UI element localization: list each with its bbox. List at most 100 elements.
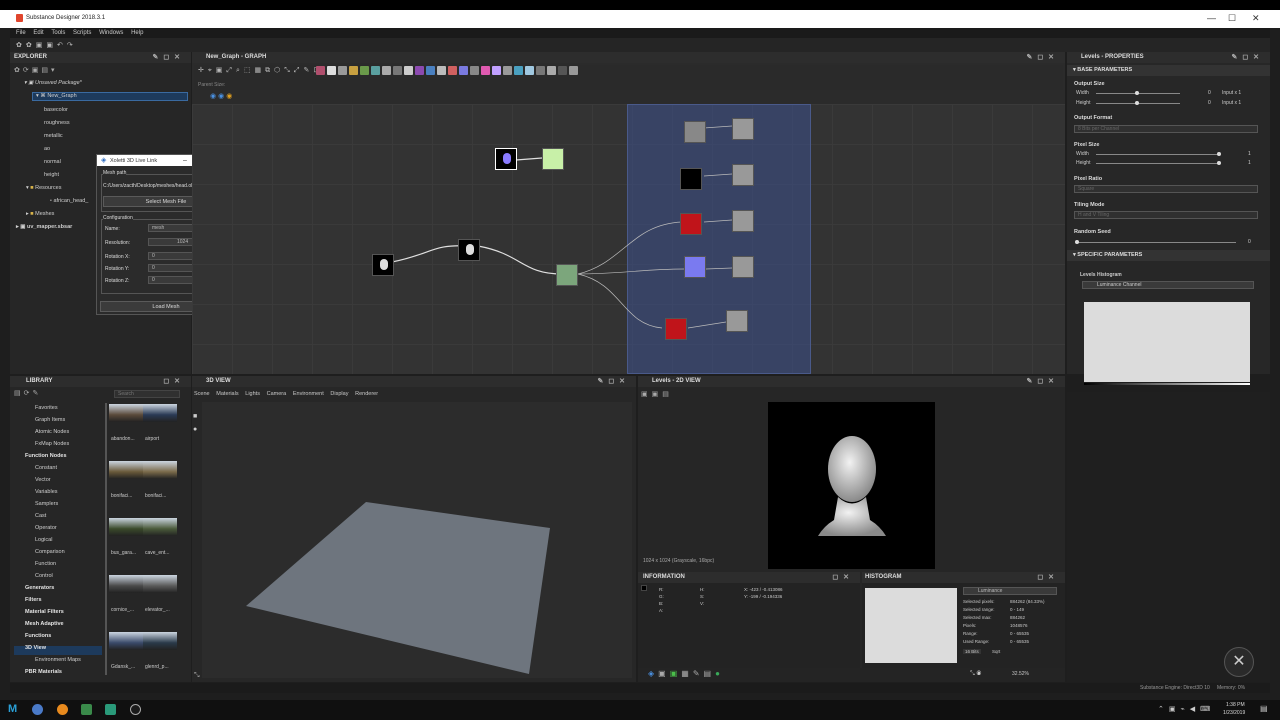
package-item[interactable]: ▾ ▣ Unsaved Package* (24, 80, 82, 86)
base-parameters-section[interactable]: ▾ BASE PARAMETERS (1067, 65, 1270, 76)
resources-folder[interactable]: ▾ ■ Resources (26, 185, 61, 191)
notification-icon[interactable]: ▤ (1260, 704, 1268, 713)
node-output-basecolor[interactable] (732, 118, 754, 140)
toolbar-icons[interactable]: ✿✿▣▣↶↷ (16, 41, 77, 49)
menu-file[interactable]: File (16, 28, 26, 38)
library-item[interactable]: Generators (25, 585, 54, 591)
environment-thumbnail[interactable] (109, 632, 143, 650)
output-format-dropdown[interactable]: 8 Bits per Channel (1074, 125, 1258, 133)
library-search-input[interactable]: Search (114, 390, 180, 398)
menu-scripts[interactable]: Scripts (73, 28, 91, 38)
random-seed-slider[interactable] (1076, 242, 1236, 243)
node-levels[interactable] (556, 264, 578, 286)
tiling-mode-dropdown[interactable]: H and V Tiling (1074, 211, 1258, 219)
minimize-button[interactable]: — (1207, 13, 1216, 23)
meshes-folder[interactable]: ▸ ■ Meshes (26, 211, 54, 217)
library-item[interactable]: Graph Items (35, 417, 65, 423)
node-output-roughness[interactable] (732, 164, 754, 186)
node-metallic-input[interactable] (680, 213, 702, 235)
graph-item[interactable]: ▾ ⌘ New_Graph (36, 93, 77, 99)
node-livelink-mesh[interactable] (458, 239, 480, 261)
library-item[interactable]: PBR Materials (25, 669, 62, 675)
library-item[interactable]: Constant (35, 465, 57, 471)
pixel-ratio-dropdown[interactable]: Square (1074, 185, 1258, 193)
library-item[interactable]: Cast (35, 513, 46, 519)
width-mode[interactable]: Input x 1 (1222, 90, 1241, 96)
view2d-zoom-icons[interactable]: ⤡ ◉ (970, 671, 981, 678)
library-item[interactable]: Atomic Nodes (35, 429, 69, 435)
library-item[interactable]: Control (35, 573, 53, 579)
pixel-height-slider[interactable] (1096, 163, 1220, 164)
output-metallic[interactable]: metallic (44, 133, 63, 139)
node-color[interactable] (542, 148, 564, 170)
pixel-width-knob[interactable] (1217, 152, 1221, 156)
histogram-panel-icons[interactable]: ◻✕ (1037, 572, 1059, 583)
graph-view-toggles[interactable]: ◉◉◉ (210, 92, 234, 100)
explorer-toolbar[interactable]: ✿⟳▣▤▾ (14, 66, 57, 74)
view2d-panel-icons[interactable]: ✎◻✕ (1026, 376, 1059, 387)
substance-designer-icon[interactable] (105, 704, 116, 715)
environment-thumbnail[interactable] (143, 632, 177, 650)
environment-thumbnail[interactable] (143, 518, 177, 536)
output-basecolor[interactable]: basecolor (44, 107, 68, 113)
library-item[interactable]: Variables (35, 489, 58, 495)
environment-thumbnail[interactable] (109, 461, 143, 479)
library-item[interactable]: Function Nodes (25, 453, 67, 459)
graph-panel-icons[interactable]: ✎◻✕ (1026, 52, 1059, 63)
pixel-height-knob[interactable] (1217, 161, 1221, 165)
library-item[interactable]: Comparison (35, 549, 65, 555)
close-button[interactable]: ✕ (1252, 13, 1260, 24)
specific-parameters-section[interactable]: ▾ SPECIFIC PARAMETERS (1067, 250, 1270, 261)
tray-icons[interactable]: ⌃▣⌁◀⌨ (1158, 705, 1215, 713)
view2d-bottom-icons[interactable]: ◈▣▣▦✎▤● (648, 669, 724, 678)
levels-histogram[interactable] (1084, 302, 1250, 382)
obs-icon[interactable] (130, 704, 141, 715)
node-basecolor-input[interactable] (684, 121, 706, 143)
menu-edit[interactable]: Edit (33, 28, 43, 38)
random-seed-knob[interactable] (1075, 240, 1079, 244)
environment-thumbnail[interactable] (143, 404, 177, 422)
node-shortcut-bar[interactable] (316, 66, 580, 77)
library-item[interactable]: Function (35, 561, 56, 567)
menu-tools[interactable]: Tools (51, 28, 65, 38)
environment-thumbnail[interactable] (109, 575, 143, 593)
library-item[interactable]: Mesh Adaptive (25, 621, 64, 627)
sqrt-toggle[interactable]: Sqrt (992, 649, 1000, 654)
view2d-image[interactable] (768, 402, 935, 569)
library-item[interactable]: Functions (25, 633, 51, 639)
pixel-width-slider[interactable] (1096, 154, 1220, 155)
app-taskbar-icon[interactable]: M (8, 703, 17, 715)
view2d-zoom[interactable]: 32.52% (1012, 671, 1029, 677)
width-slider-knob[interactable] (1135, 91, 1139, 95)
graph-tool-icons[interactable]: ✛⌖▣⤢⌕⬚▦⧉⬡⤡⤢✎⊡ (198, 66, 323, 75)
environment-thumbnail[interactable] (109, 404, 143, 422)
histogram-channel-dropdown[interactable]: Luminance Channel (1082, 281, 1254, 289)
blender-icon[interactable] (57, 704, 68, 715)
node-output-normal[interactable] (732, 256, 754, 278)
substance-painter-icon[interactable] (81, 704, 92, 715)
library-item[interactable]: Operator (35, 525, 57, 531)
library-item[interactable]: Logical (35, 537, 52, 543)
histogram-channel-select[interactable]: Luminance (963, 587, 1057, 595)
information-panel-icons[interactable]: ◻✕ (832, 572, 854, 583)
node-bitmap-input[interactable] (372, 254, 394, 276)
navigation-compass-icon[interactable]: ✕ (1224, 647, 1254, 677)
uv-mapper-package[interactable]: ▸ ▣ uv_mapper.sbsar (16, 224, 72, 230)
library-item[interactable]: 3D View (25, 645, 46, 651)
library-item[interactable]: Environment Maps (35, 657, 81, 663)
height-mode[interactable]: Input x 1 (1222, 100, 1241, 106)
node-gradient[interactable] (495, 148, 517, 170)
view3d-corner-icon[interactable]: ⤡ (194, 672, 200, 680)
properties-panel-icons[interactable]: ✎◻✕ (1231, 52, 1264, 63)
output-normal[interactable]: normal (44, 159, 61, 165)
library-item[interactable]: Favorites (35, 405, 58, 411)
maximize-button[interactable]: ☐ (1228, 13, 1236, 24)
node-roughness-input[interactable] (680, 168, 702, 190)
bits-select[interactable]: 16 Bits (963, 649, 981, 654)
view2d-toolbar[interactable]: ▣▣▤ (641, 390, 673, 398)
environment-thumbnail[interactable] (143, 461, 177, 479)
environment-thumbnail[interactable] (109, 518, 143, 536)
menu-help[interactable]: Help (131, 28, 143, 38)
output-ao[interactable]: ao (44, 146, 50, 152)
node-output-metallic[interactable] (732, 210, 754, 232)
